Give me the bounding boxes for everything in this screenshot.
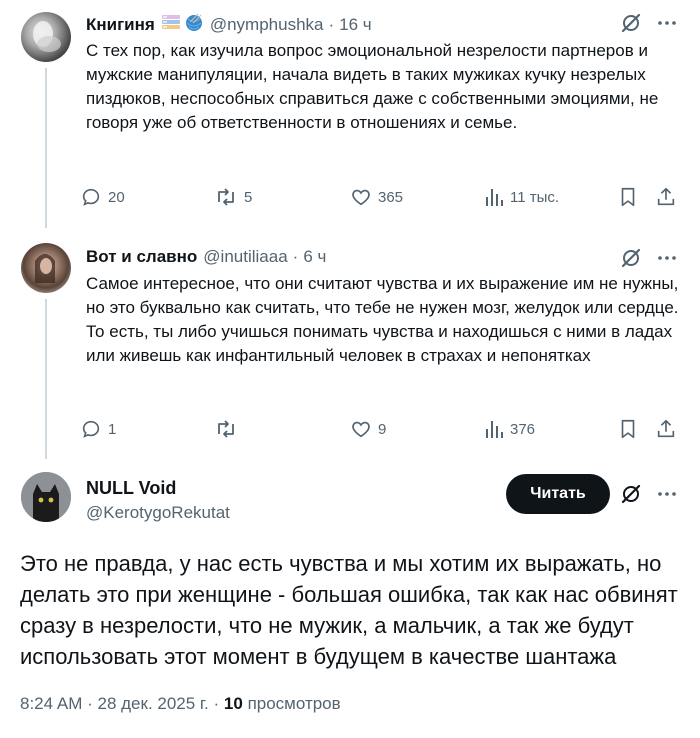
views-label: просмотров bbox=[247, 694, 341, 713]
thread-line bbox=[45, 299, 47, 459]
reply-tweet-1[interactable]: Книгиня @nymphushka · 16 ч С тех пор, ка… bbox=[0, 0, 700, 228]
tweet-text: Самое интересное, что они считают чувств… bbox=[86, 274, 679, 365]
reply-count: 20 bbox=[108, 188, 125, 206]
like-count: 9 bbox=[378, 420, 387, 438]
tweet-top-icons bbox=[620, 247, 678, 269]
grok-icon[interactable] bbox=[620, 12, 642, 34]
like-button[interactable]: 365 bbox=[350, 186, 403, 208]
repost-button[interactable]: 5 bbox=[214, 186, 252, 208]
yarn-emoji-icon bbox=[184, 12, 204, 37]
views-count: 376 bbox=[510, 420, 536, 438]
reply-button[interactable]: 20 bbox=[80, 186, 125, 208]
like-button[interactable]: 9 bbox=[350, 418, 386, 440]
tweet-time[interactable]: 8:24 AM bbox=[20, 694, 82, 713]
tweet-top-icons bbox=[620, 483, 678, 505]
timestamp[interactable]: 16 ч bbox=[339, 15, 372, 35]
separator-dot: · bbox=[328, 14, 335, 34]
heart-icon bbox=[352, 189, 370, 206]
avatar-image bbox=[35, 254, 55, 283]
share-button[interactable] bbox=[655, 186, 677, 208]
tweet-text: Это не правда, у нас есть чувства и мы х… bbox=[20, 551, 678, 669]
grok-icon[interactable] bbox=[620, 483, 642, 505]
handle[interactable]: @nymphushka bbox=[210, 15, 324, 35]
bookmark-button[interactable] bbox=[617, 418, 639, 440]
heart-icon bbox=[352, 421, 370, 438]
views-count: 11 тыс. bbox=[510, 188, 560, 206]
avatar[interactable] bbox=[21, 12, 71, 62]
avatar-image bbox=[33, 21, 61, 52]
timestamp[interactable]: 6 ч bbox=[303, 247, 326, 267]
separator-dot: · bbox=[292, 247, 299, 266]
reply-icon bbox=[82, 420, 100, 438]
tweet-header: Книгиня @nymphushka · 16 ч bbox=[86, 12, 372, 37]
tweet-meta: 8:24 AM · 28 дек. 2025 г. · 10 просмотро… bbox=[20, 694, 341, 714]
views-button[interactable]: 11 тыс. bbox=[484, 186, 559, 208]
share-icon bbox=[657, 187, 675, 206]
more-options-icon[interactable] bbox=[656, 483, 678, 505]
more-options-icon[interactable] bbox=[656, 12, 678, 34]
reply-count: 1 bbox=[108, 420, 117, 438]
repost-count: 5 bbox=[244, 188, 253, 206]
handle[interactable]: @KerotygoRekutat bbox=[86, 503, 230, 523]
tweet-header: Вот и славно @inutiliaaa · 6 ч bbox=[86, 247, 326, 267]
views-count: 10 bbox=[223, 694, 243, 713]
tweet-text: С тех пор, как изучила вопрос эмоциональ… bbox=[86, 41, 659, 132]
bookmark-button[interactable] bbox=[617, 186, 639, 208]
display-name[interactable]: NULL Void bbox=[86, 478, 176, 499]
separator-dot: · bbox=[87, 694, 98, 713]
bookmark-icon bbox=[621, 419, 635, 439]
grok-icon[interactable] bbox=[620, 247, 642, 269]
tweet-date[interactable]: 28 дек. 2025 г. bbox=[98, 694, 209, 713]
separator-dot: · bbox=[213, 694, 224, 713]
reply-button[interactable]: 1 bbox=[80, 418, 116, 440]
avatar[interactable] bbox=[21, 243, 71, 293]
share-icon bbox=[657, 419, 675, 438]
cat-avatar-image bbox=[21, 472, 71, 522]
tweet-top-icons bbox=[620, 12, 678, 34]
repost-icon bbox=[218, 188, 234, 206]
reply-icon bbox=[82, 188, 100, 206]
display-name[interactable]: Вот и славно bbox=[86, 247, 197, 267]
books-emoji-icon bbox=[161, 13, 181, 36]
thread-line bbox=[45, 68, 47, 228]
display-name[interactable]: Книгиня bbox=[86, 15, 155, 35]
repost-button[interactable] bbox=[214, 418, 244, 440]
like-count: 365 bbox=[378, 188, 404, 206]
views-chart-icon bbox=[486, 421, 503, 438]
views-chart-icon bbox=[486, 189, 503, 206]
reply-tweet-2[interactable]: Вот и славно @inutiliaaa · 6 ч Самое инт… bbox=[0, 235, 700, 459]
repost-icon bbox=[218, 420, 234, 438]
tweet-actions: 1 9 376 bbox=[80, 418, 700, 448]
share-button[interactable] bbox=[655, 418, 677, 440]
tweet-actions: 20 5 365 11 тыс. bbox=[80, 186, 700, 216]
avatar[interactable] bbox=[21, 472, 71, 522]
bookmark-icon bbox=[621, 187, 635, 207]
views-button[interactable]: 376 bbox=[484, 418, 535, 440]
handle[interactable]: @inutiliaaa bbox=[203, 247, 287, 267]
more-options-icon[interactable] bbox=[656, 247, 678, 269]
follow-button[interactable]: Читать bbox=[506, 474, 610, 514]
